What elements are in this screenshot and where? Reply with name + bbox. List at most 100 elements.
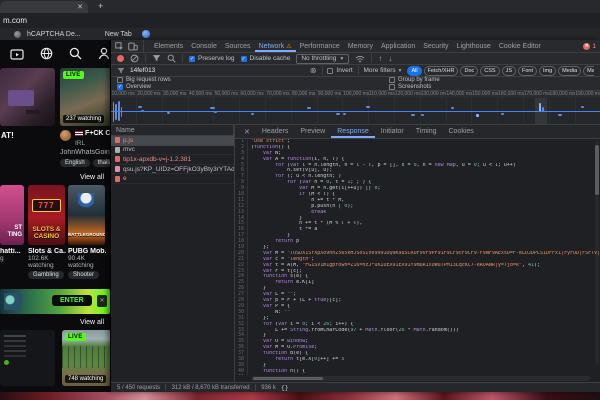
- detail-tab[interactable]: Headers: [256, 125, 294, 138]
- scrollbar-thumb[interactable]: [253, 377, 323, 380]
- bookmark-hcaptcha[interactable]: hCAPTCHA De...: [27, 31, 81, 38]
- stream-thumbnail-baseball[interactable]: LIVE 748 watching: [62, 330, 112, 386]
- browse-icon[interactable]: [40, 47, 53, 60]
- stream-thumbnail-irl[interactable]: LIVE 237 watching: [60, 68, 112, 126]
- filter-pill[interactable]: Doc: [460, 65, 479, 76]
- devtools-tab[interactable]: Elements⚠: [150, 40, 187, 52]
- export-har-icon[interactable]: ↓: [388, 54, 392, 63]
- import-har-icon[interactable]: ↑: [378, 54, 382, 63]
- clear-filter-icon[interactable]: ⊗: [310, 66, 317, 75]
- bookmark-favicon-blue[interactable]: [141, 30, 150, 38]
- ad-banner[interactable]: ENTER ✕: [0, 289, 110, 314]
- timeline-label: 20,000 ms: [137, 91, 161, 97]
- stream-thumbnail-partial[interactable]: [0, 68, 55, 126]
- view-all-link[interactable]: View all: [0, 174, 110, 181]
- filter-pill[interactable]: CSS: [480, 65, 500, 76]
- detail-tab[interactable]: Preview: [294, 125, 331, 138]
- search-icon[interactable]: [167, 54, 176, 63]
- option-checkbox[interactable]: Overview: [117, 84, 389, 90]
- stream-channel[interactable]: JohnWhatsGoing: [60, 149, 112, 156]
- close-icon[interactable]: ✕: [239, 128, 255, 136]
- request-row[interactable]: qsu.js?KP_UIDz=OFFjkO3yBty3rYTAdaZwhHjCC…: [111, 165, 234, 175]
- devtools-tab[interactable]: Sources⚠: [221, 40, 255, 52]
- new-tab-icon[interactable]: +: [98, 2, 103, 11]
- avatar[interactable]: [60, 130, 71, 141]
- detail-tab[interactable]: Initiator: [375, 125, 410, 138]
- vertical-scrollbar[interactable]: [595, 141, 599, 366]
- network-conditions-icon[interactable]: [355, 55, 365, 63]
- detail-tab[interactable]: Cookies: [443, 125, 480, 138]
- filter-pill[interactable]: Fetch/XHR: [423, 65, 459, 76]
- timeline-label: 140,000 ms: [446, 91, 473, 97]
- response-code[interactable]: 1 "use strict"; 2 (function() {3 var N; 4 va…: [235, 139, 600, 375]
- filter-pill[interactable]: Img: [539, 65, 557, 76]
- request-row[interactable]: mvc: [111, 146, 234, 156]
- detail-tab[interactable]: Timing: [410, 125, 443, 138]
- overview-load-line: [111, 111, 600, 112]
- filter-pill[interactable]: Media: [558, 65, 582, 76]
- category-card-slots[interactable]: 777 SLOTS & CASINO: [28, 185, 65, 245]
- devtools-tab[interactable]: Memory⚠: [344, 40, 377, 52]
- stream-title[interactable]: F+CK CANC: [75, 130, 113, 137]
- devtools-tab[interactable]: Application⚠: [377, 40, 419, 52]
- invert-checkbox[interactable]: Invert: [327, 67, 353, 74]
- stream-thumbnail-screenshare[interactable]: [0, 330, 55, 386]
- category-name-pubg[interactable]: PUBG Mob..: [68, 248, 106, 255]
- category-card-just-chatting[interactable]: ST TING: [0, 185, 24, 245]
- stream-category[interactable]: IRL: [75, 140, 85, 147]
- tab-close-icon[interactable]: ✕: [77, 4, 83, 11]
- filter-pill[interactable]: All: [407, 65, 422, 76]
- view-all-link-2[interactable]: View all: [0, 319, 110, 326]
- chevron-down-icon: ▼: [339, 55, 345, 62]
- category-name-partial[interactable]: hatti...: [0, 248, 24, 255]
- devtools-tab[interactable]: Console⚠: [187, 40, 221, 52]
- browser-tab[interactable]: ✕: [0, 1, 88, 13]
- detail-tab[interactable]: Response: [331, 125, 375, 138]
- profile-icon[interactable]: [98, 47, 110, 60]
- category-tag-shooter[interactable]: Shooter: [68, 271, 100, 279]
- filter-pill[interactable]: JS: [501, 65, 516, 76]
- category-card-pubg[interactable]: BATTLEGROUNDS: [68, 185, 105, 245]
- option-checkbox[interactable]: Big request rows: [117, 77, 389, 83]
- video-icon[interactable]: [10, 48, 24, 60]
- horizontal-scrollbar[interactable]: [251, 376, 590, 381]
- record-icon[interactable]: [117, 55, 124, 62]
- device-toolbar-icon[interactable]: [128, 42, 138, 51]
- devtools-tab[interactable]: Cookie Editor⚠: [495, 40, 545, 52]
- category-name-slots[interactable]: Slots & Ca...: [28, 248, 66, 255]
- ad-info-icon[interactable]: ✕: [97, 295, 107, 307]
- error-badge[interactable]: ✕ 1: [583, 42, 596, 50]
- request-row[interactable]: tip1x-apxdb-v=j-1.2.381: [111, 155, 234, 165]
- category-tag-gambling[interactable]: Gambling: [28, 271, 64, 279]
- clear-icon[interactable]: [130, 54, 139, 63]
- address-bar[interactable]: m.com: [0, 13, 600, 28]
- bookmark-new-tab[interactable]: New Tab: [105, 31, 132, 38]
- search-icon[interactable]: [69, 47, 82, 60]
- devtools-tab[interactable]: Lighthouse⚠: [453, 40, 495, 52]
- resources-size: 936 k: [261, 384, 276, 391]
- network-overview[interactable]: 10,000 ms 20,000 ms 30,000 ms 40,000 ms 50,0…: [111, 91, 600, 125]
- request-row[interactable]: p.js: [111, 136, 234, 146]
- throttling-select[interactable]: No throttling ▼: [296, 53, 350, 64]
- option-checkbox[interactable]: Screenshots: [389, 84, 594, 90]
- scrollbar-thumb[interactable]: [595, 145, 599, 195]
- filter-pill[interactable]: Manifest: [583, 65, 594, 76]
- overview-graph[interactable]: [111, 98, 600, 124]
- filter-icon[interactable]: [152, 54, 161, 63]
- filter-input[interactable]: 14fef013: [130, 67, 305, 74]
- browser-chrome: ✕ + m.com hCAPTCHA De... New Tab: [0, 0, 600, 40]
- filter-pill[interactable]: Font: [517, 65, 537, 76]
- inspect-icon[interactable]: [115, 41, 124, 51]
- preserve-log-checkbox[interactable]: Preserve log: [189, 55, 235, 62]
- request-row[interactable]: e: [111, 174, 234, 184]
- option-checkbox[interactable]: Group by frame: [389, 77, 594, 83]
- name-column-header[interactable]: Name: [111, 125, 234, 136]
- devtools-tab[interactable]: Performance⚠: [296, 40, 344, 52]
- stream-tag[interactable]: English: [60, 159, 90, 167]
- format-icon[interactable]: {}: [281, 384, 289, 392]
- more-filters-dropdown[interactable]: More filters ▼: [364, 67, 403, 74]
- enter-button[interactable]: ENTER: [52, 295, 92, 306]
- devtools-tab[interactable]: Network ⚠: [255, 40, 296, 52]
- devtools-tab[interactable]: Security⚠: [419, 40, 452, 52]
- disable-cache-checkbox[interactable]: Disable cache: [240, 55, 290, 62]
